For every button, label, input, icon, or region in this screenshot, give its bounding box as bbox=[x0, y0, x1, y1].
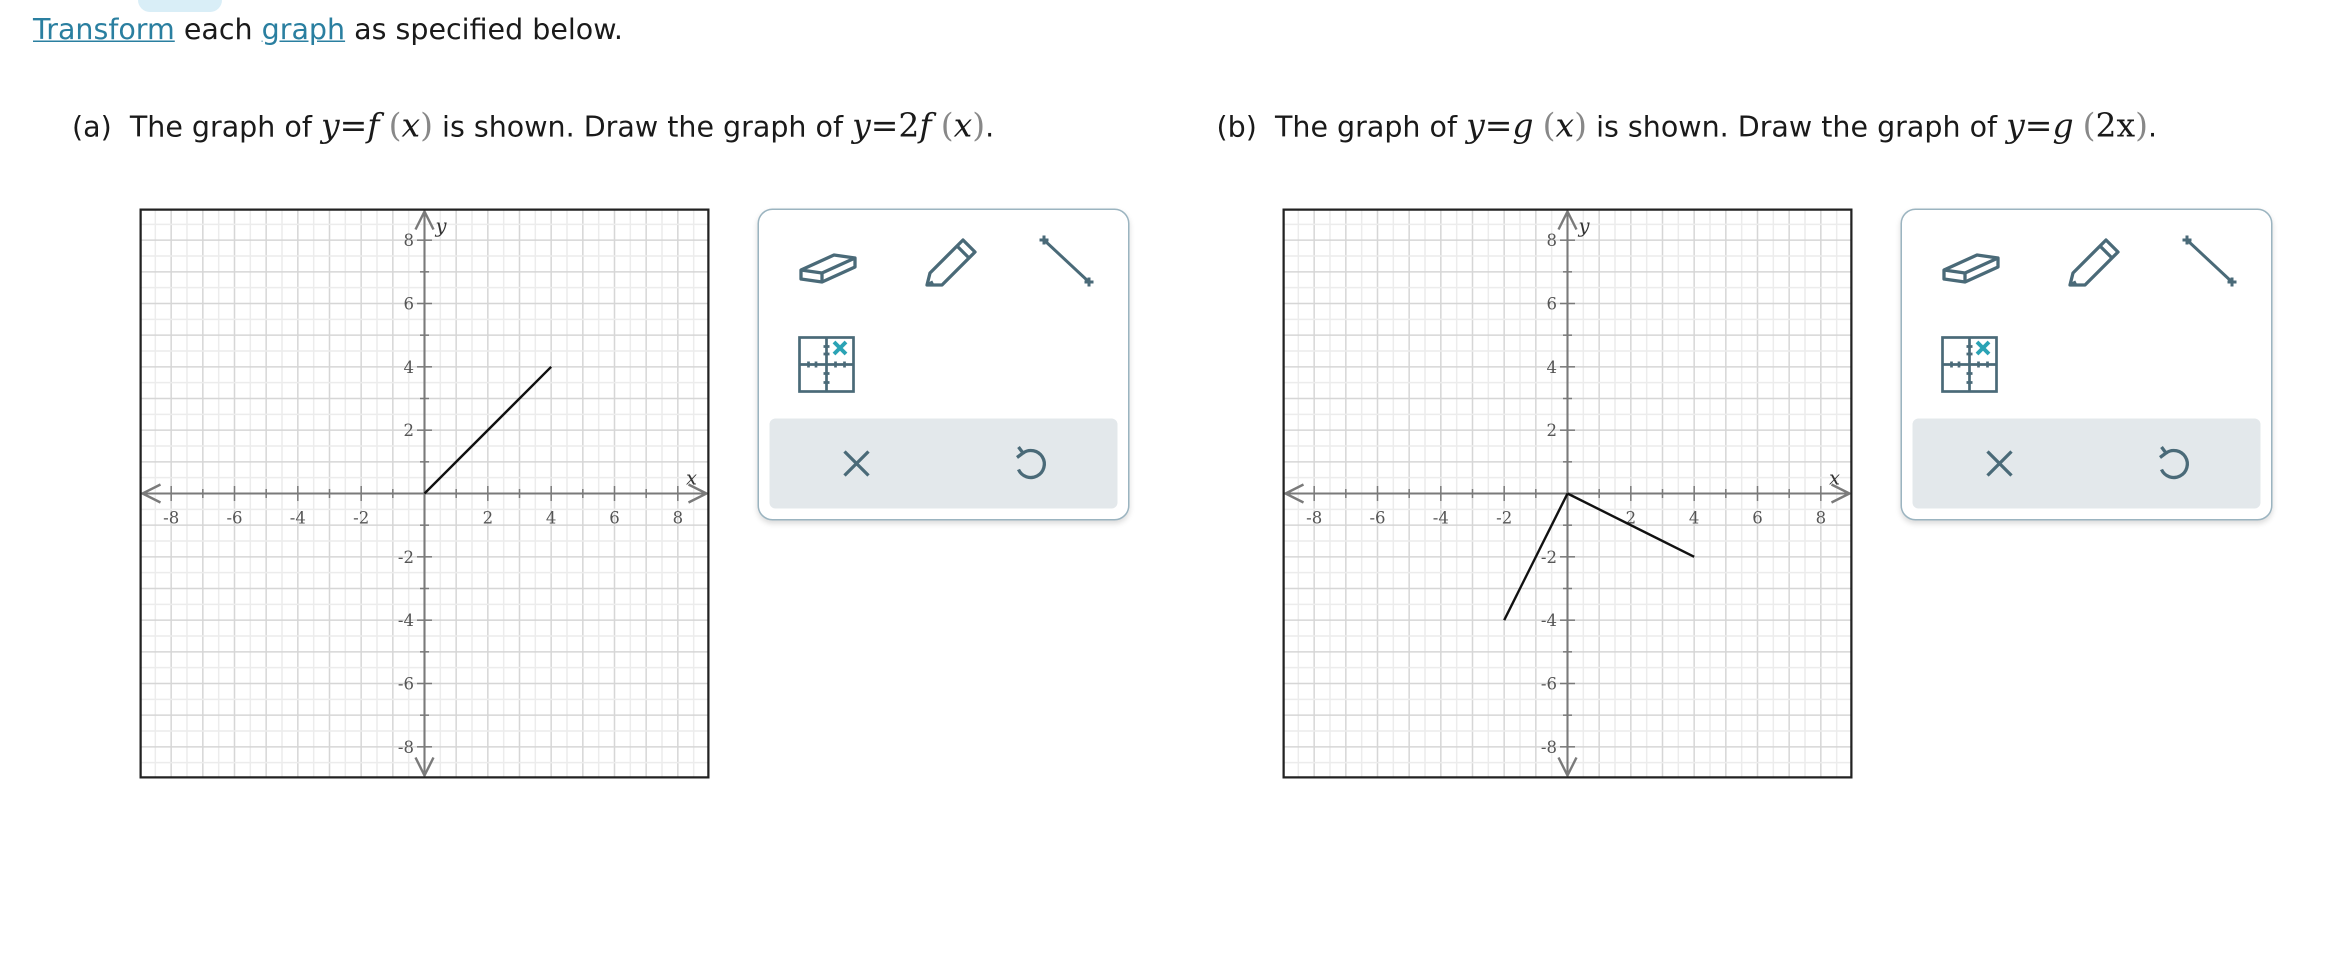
y-tick-label: -2 bbox=[1541, 548, 1557, 567]
x-tick-label: 4 bbox=[1689, 509, 1700, 528]
y-tick-label: -4 bbox=[1541, 611, 1557, 630]
y-tick-label: 4 bbox=[1547, 358, 1558, 377]
y-tick-label: -2 bbox=[398, 548, 414, 567]
graph-a-canvas[interactable]: -8 -6 -4 -2 2 4 6 8 8 6 4 2 -2 -4 -6 -8 x y bbox=[139, 208, 710, 779]
part-b-text1: The graph of bbox=[1274, 111, 1458, 144]
x-axis-label: x bbox=[686, 467, 697, 490]
graph-link[interactable]: graph bbox=[262, 14, 345, 47]
eraser-icon[interactable] bbox=[795, 231, 864, 300]
part-a-label: (a) bbox=[72, 111, 112, 144]
part-a-given-arg: x bbox=[401, 108, 421, 146]
x-tick-label: 4 bbox=[546, 509, 557, 528]
part-a-target-eq: = bbox=[870, 108, 899, 146]
pencil-icon[interactable] bbox=[915, 231, 984, 300]
tool-panel-b bbox=[1900, 208, 2273, 521]
instruction-word: each bbox=[183, 13, 253, 47]
y-tick-label: 8 bbox=[1547, 231, 1558, 250]
clear-icon[interactable] bbox=[1976, 440, 2024, 488]
y-tick-label: 2 bbox=[404, 421, 415, 440]
x-tick-label: -6 bbox=[1369, 509, 1385, 528]
part-b-target-fn: g bbox=[2052, 108, 2074, 146]
part-b-given-y: y bbox=[1466, 108, 1485, 146]
part-a-given-eq: = bbox=[339, 108, 368, 146]
x-tick-label: 8 bbox=[673, 509, 684, 528]
action-bar-a bbox=[769, 418, 1118, 509]
action-bar-b bbox=[1912, 418, 2261, 509]
x-tick-label: -8 bbox=[163, 509, 179, 528]
part-a-target-arg: x bbox=[953, 108, 973, 146]
x-tick-label: 2 bbox=[483, 509, 494, 528]
y-tick-label: 8 bbox=[404, 231, 415, 250]
x-tick-label: -2 bbox=[1496, 509, 1512, 528]
top-tab-shape bbox=[138, 0, 222, 12]
part-a-given-fn: f bbox=[367, 108, 380, 146]
y-axis-label: y bbox=[1577, 215, 1590, 238]
x-tick-label: -8 bbox=[1306, 509, 1322, 528]
instruction-tail: as specified below. bbox=[354, 13, 623, 47]
part-b-target-arg: 2x bbox=[2095, 108, 2136, 146]
part-a-given-y: y bbox=[320, 108, 340, 146]
undo-icon[interactable] bbox=[2150, 440, 2198, 488]
graph-a-svg[interactable]: -8 -6 -4 -2 2 4 6 8 8 6 4 2 -2 -4 -6 -8 x y bbox=[139, 208, 710, 779]
part-b-given-arg: x bbox=[1555, 108, 1575, 146]
undo-icon[interactable] bbox=[1007, 440, 1055, 488]
part-b-label: (b) bbox=[1216, 111, 1257, 144]
y-tick-label: 4 bbox=[404, 358, 415, 377]
pencil-icon[interactable] bbox=[2058, 231, 2127, 300]
part-a-text1: The graph of bbox=[129, 111, 312, 144]
part-b-target-y: y bbox=[2006, 108, 2025, 146]
transform-link[interactable]: Transform bbox=[33, 14, 175, 47]
y-tick-label: -8 bbox=[1541, 738, 1557, 757]
eraser-icon[interactable] bbox=[1938, 231, 2007, 300]
instruction-text: Transform each graph as specified below. bbox=[33, 14, 623, 47]
tool-panel-a bbox=[757, 208, 1130, 521]
x-tick-label: -4 bbox=[290, 509, 306, 528]
y-tick-label: 2 bbox=[1547, 421, 1558, 440]
clear-icon[interactable] bbox=[833, 440, 881, 488]
part-a-end: . bbox=[985, 111, 995, 144]
x-tick-label: 6 bbox=[609, 509, 620, 528]
line-segment-icon[interactable] bbox=[1032, 231, 1101, 300]
y-tick-label: -6 bbox=[1541, 675, 1557, 694]
part-a-prompt: (a) The graph of y=f (x) is shown. Draw … bbox=[72, 108, 995, 146]
part-a-target-coef: 2 bbox=[898, 108, 920, 146]
y-tick-label: -4 bbox=[398, 611, 414, 630]
y-tick-label: -8 bbox=[398, 738, 414, 757]
line-segment-icon[interactable] bbox=[2175, 231, 2244, 300]
part-b-given-eq: = bbox=[1484, 108, 1513, 146]
graph-b-svg[interactable]: -8 -6 -4 -2 2 4 6 88642-2-4-6-8xy bbox=[1282, 208, 1853, 779]
part-b-text2: is shown. Draw the graph of bbox=[1596, 111, 1998, 144]
part-b-target-eq: = bbox=[2024, 108, 2053, 146]
part-a-target-y: y bbox=[852, 108, 871, 146]
part-b-end: . bbox=[2148, 111, 2158, 144]
x-axis-label: x bbox=[1829, 467, 1840, 490]
part-b-given-fn: g bbox=[1512, 108, 1534, 146]
y-tick-label: -6 bbox=[398, 675, 414, 694]
point-grid-icon[interactable] bbox=[1938, 330, 2007, 399]
x-tick-label: -4 bbox=[1433, 509, 1449, 528]
x-tick-label: 6 bbox=[1752, 509, 1763, 528]
part-a-target-fn: f bbox=[919, 108, 932, 146]
x-tick-label: -2 bbox=[353, 509, 369, 528]
y-tick-label: 6 bbox=[404, 295, 415, 314]
point-grid-icon[interactable] bbox=[795, 330, 864, 399]
x-tick-label: -6 bbox=[226, 509, 242, 528]
part-a-text2: is shown. Draw the graph of bbox=[442, 111, 844, 144]
part-b-prompt: (b) The graph of y=g (x) is shown. Draw … bbox=[1216, 108, 2158, 146]
x-tick-label: 8 bbox=[1816, 509, 1827, 528]
y-tick-label: 6 bbox=[1547, 295, 1558, 314]
y-axis-label: y bbox=[434, 215, 447, 238]
graph-b-canvas[interactable]: -8 -6 -4 -2 2 4 6 8 8 6 4 2 -2 -4 -6 -8 x y bbox=[1282, 208, 1853, 779]
